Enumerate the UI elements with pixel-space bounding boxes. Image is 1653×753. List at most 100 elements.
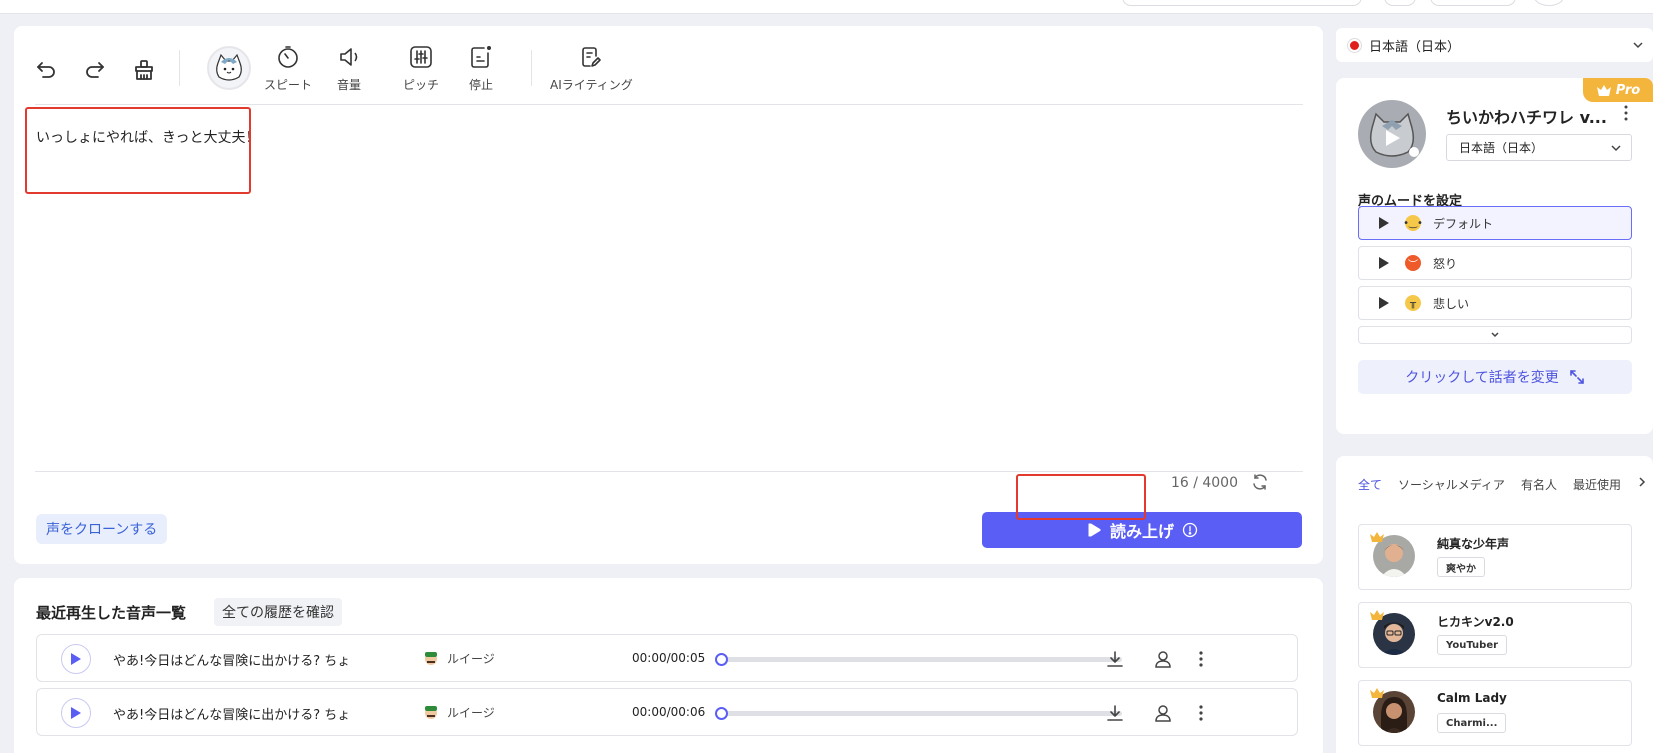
crown-icon bbox=[1596, 84, 1611, 96]
progress-slider[interactable] bbox=[715, 653, 1122, 666]
mood-default[interactable]: •‿• デフォルト bbox=[1358, 206, 1632, 240]
play-icon[interactable] bbox=[1379, 297, 1389, 309]
voice-name: ヒカキンv2.0 bbox=[1437, 615, 1514, 629]
refresh-icon[interactable] bbox=[1250, 472, 1270, 492]
history-speaker: ルイージ bbox=[447, 652, 495, 666]
slider-knob[interactable] bbox=[715, 653, 728, 666]
voice-name: 純真な少年声 bbox=[1437, 537, 1510, 551]
voice-tag: Charmi... bbox=[1437, 713, 1507, 733]
clear-icon[interactable] bbox=[128, 50, 160, 90]
speaker-avatar[interactable] bbox=[1358, 100, 1426, 168]
history-text: やあ!今日はどんな冒険に出かける? ちょ bbox=[113, 654, 351, 669]
user-voice-icon[interactable] bbox=[1153, 703, 1173, 723]
play-icon bbox=[71, 707, 81, 719]
play-icon[interactable] bbox=[1379, 257, 1389, 269]
tool-ai-writing-label: AIライティング bbox=[550, 78, 633, 92]
view-all-history-button[interactable]: 全ての履歴を確認 bbox=[214, 598, 342, 626]
tab-all[interactable]: 全て bbox=[1358, 476, 1382, 493]
play-icon bbox=[71, 653, 81, 665]
angry-face-icon: ︶ bbox=[1405, 255, 1421, 271]
speaker-avatar-button[interactable] bbox=[207, 46, 251, 90]
toolbar-separator bbox=[179, 50, 180, 86]
pro-badge: Pro bbox=[1583, 78, 1653, 102]
crown-icon bbox=[1370, 610, 1384, 620]
luigi-avatar-icon bbox=[425, 652, 437, 665]
history-text: やあ!今日はどんな冒険に出かける? ちょ bbox=[113, 708, 351, 723]
chevron-down-icon bbox=[1611, 145, 1621, 152]
crown-icon bbox=[1370, 688, 1384, 698]
play-icon bbox=[1088, 523, 1101, 537]
expand-icon bbox=[1569, 370, 1584, 384]
tab-celebrity[interactable]: 有名人 bbox=[1521, 476, 1557, 493]
tool-ai-writing[interactable]: AIライティング bbox=[550, 44, 633, 93]
tool-speed-label: スピート bbox=[264, 78, 313, 92]
japan-flag-icon bbox=[1348, 38, 1361, 52]
toolbar-separator bbox=[531, 50, 532, 86]
luigi-avatar-icon bbox=[425, 706, 437, 719]
editor-panel: スピート 音量 ピッチ 停止 AIライティング いっしょにやれば、きっと大丈夫！… bbox=[14, 26, 1323, 564]
top-button[interactable] bbox=[1430, 0, 1516, 6]
download-icon[interactable] bbox=[1105, 649, 1125, 669]
mood-expand-button[interactable] bbox=[1358, 326, 1632, 344]
progress-slider[interactable] bbox=[715, 707, 1122, 720]
voice-card[interactable]: 純真な少年声 爽やか bbox=[1358, 524, 1632, 590]
tool-volume-label: 音量 bbox=[336, 78, 361, 92]
tool-pause-label: 停止 bbox=[468, 78, 493, 92]
top-bar bbox=[0, 0, 1653, 14]
search-pill[interactable] bbox=[1122, 0, 1362, 6]
tab-recent[interactable]: 最近使用 bbox=[1573, 476, 1621, 493]
speaker-name: ちいかわハチワレ v... bbox=[1446, 108, 1607, 127]
info-icon[interactable] bbox=[1182, 522, 1198, 538]
change-speaker-button[interactable]: クリックして話者を変更 bbox=[1358, 360, 1632, 394]
view-all-history-label: 全ての履歴を確認 bbox=[222, 605, 334, 621]
download-icon[interactable] bbox=[1105, 703, 1125, 723]
speaker-language-value: 日本語（日本） bbox=[1459, 141, 1544, 155]
tool-pause[interactable]: 停止 bbox=[468, 44, 494, 93]
speaker-panel: Pro ちいかわハチワレ v... 日本語（日本） 声のムードを設定 •‿• デ… bbox=[1336, 78, 1653, 434]
mood-angry[interactable]: ︶ 怒り bbox=[1358, 246, 1632, 280]
history-time: 00:00/00:06 bbox=[632, 705, 706, 719]
editor-text: いっしょにやれば、きっと大丈夫！ bbox=[36, 130, 260, 146]
crown-icon bbox=[1370, 532, 1384, 542]
clone-voice-button[interactable]: 声をクローンする bbox=[36, 514, 168, 544]
slider-knob[interactable] bbox=[715, 707, 728, 720]
voice-card[interactable]: ヒカキンv2.0 YouTuber bbox=[1358, 602, 1632, 668]
play-icon[interactable] bbox=[1379, 217, 1389, 229]
chevron-down-icon bbox=[1491, 332, 1499, 338]
chevron-down-icon bbox=[1633, 42, 1643, 49]
language-select[interactable]: 日本語（日本） bbox=[1336, 28, 1653, 62]
tool-pitch[interactable]: ピッチ bbox=[403, 44, 439, 93]
voice-name: Calm Lady bbox=[1437, 691, 1507, 705]
mood-angry-label: 怒り bbox=[1433, 256, 1458, 271]
user-voice-icon[interactable] bbox=[1153, 649, 1173, 669]
user-avatar[interactable] bbox=[1534, 0, 1564, 6]
tool-volume[interactable]: 音量 bbox=[336, 44, 362, 93]
tab-social-media[interactable]: ソーシャルメディア bbox=[1398, 476, 1505, 493]
pause-icon bbox=[471, 45, 491, 68]
more-vertical-icon[interactable] bbox=[1617, 104, 1635, 122]
redo-icon[interactable] bbox=[79, 50, 111, 90]
pro-badge-label: Pro bbox=[1615, 82, 1641, 98]
text-editor[interactable]: いっしょにやれば、きっと大丈夫！ bbox=[36, 121, 1296, 461]
more-vertical-icon[interactable] bbox=[1191, 649, 1211, 669]
voice-card[interactable]: Calm Lady Charmi... bbox=[1358, 680, 1632, 746]
tool-speed[interactable]: スピート bbox=[264, 44, 312, 93]
read-aloud-button[interactable]: 読み上げ bbox=[982, 512, 1302, 548]
mood-sad[interactable]: ╥ 悲しい bbox=[1358, 286, 1632, 320]
more-vertical-icon[interactable] bbox=[1191, 703, 1211, 723]
play-button[interactable] bbox=[61, 698, 91, 728]
top-button[interactable] bbox=[1384, 0, 1416, 6]
read-aloud-label: 読み上げ bbox=[1109, 522, 1174, 541]
history-panel: 最近再生した音声一覧 全ての履歴を確認 やあ!今日はどんな冒険に出かける? ちょ… bbox=[14, 578, 1323, 753]
chevron-right-icon[interactable] bbox=[1637, 476, 1647, 488]
history-time: 00:00/00:05 bbox=[632, 651, 706, 665]
undo-icon[interactable] bbox=[30, 50, 62, 90]
play-button[interactable] bbox=[61, 644, 91, 674]
volume-icon bbox=[340, 48, 358, 66]
voice-tag: YouTuber bbox=[1437, 635, 1508, 655]
clone-voice-label: 声をクローンする bbox=[46, 522, 158, 538]
history-row: やあ!今日はどんな冒険に出かける? ちょ ルイージ 00:00/00:05 bbox=[36, 634, 1298, 682]
neutral-face-icon: •‿• bbox=[1403, 215, 1423, 231]
language-select-value: 日本語（日本） bbox=[1369, 39, 1461, 55]
speaker-language-select[interactable]: 日本語（日本） bbox=[1446, 134, 1632, 161]
